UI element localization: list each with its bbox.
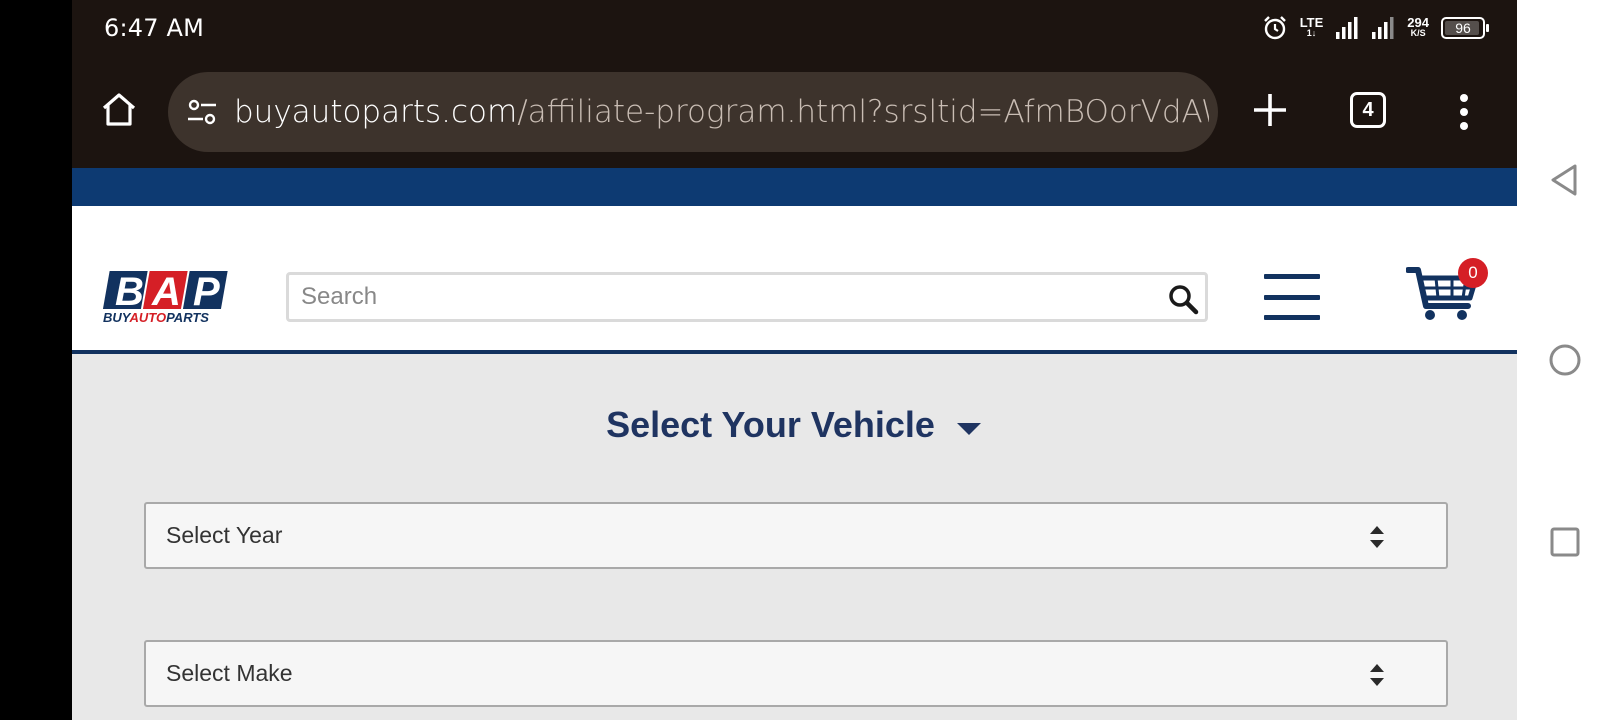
battery-level: 96 [1455, 20, 1471, 36]
signal-2-icon [1372, 17, 1394, 39]
vehicle-selector-header[interactable]: Select Your Vehicle [72, 404, 1517, 446]
sort-arrows-icon [1370, 664, 1384, 686]
sort-arrows-icon [1370, 526, 1384, 548]
tab-count: 4 [1362, 98, 1374, 121]
battery-indicator: 96 [1441, 17, 1489, 39]
network-type: LTE 1↓ [1300, 16, 1324, 39]
phone-viewport: 6:47 AM LTE 1↓ 294 K/S 96 buyautoparts.c… [72, 0, 1517, 720]
status-bar: 6:47 AM LTE 1↓ 294 K/S 96 [72, 0, 1517, 56]
network-speed: 294 K/S [1407, 16, 1429, 39]
url-host: buyautoparts.com [234, 94, 518, 130]
site-search[interactable] [286, 272, 1208, 322]
cart-count-badge: 0 [1458, 258, 1488, 288]
address-bar[interactable]: buyautoparts.com/affiliate-program.html?… [168, 72, 1218, 152]
menu-icon-line [1264, 294, 1320, 300]
search-icon[interactable] [1167, 283, 1199, 315]
menu-icon-line [1264, 315, 1320, 320]
logo-letter-b: B [115, 270, 144, 314]
back-icon[interactable] [1547, 162, 1583, 198]
more-options-icon[interactable] [1452, 92, 1476, 132]
logo-sub-buy: BUYAUTOPARTS [103, 310, 209, 325]
menu-icon-line [1264, 274, 1320, 279]
signal-icon [1336, 17, 1358, 39]
url-text[interactable]: buyautoparts.com/affiliate-program.html?… [234, 94, 1209, 130]
site-header: B A P BUYAUTOPARTS Search 0 [72, 206, 1517, 354]
select-year-label: Select Year [166, 522, 283, 548]
select-make-label: Select Make [166, 660, 293, 686]
menu-icon[interactable] [1264, 274, 1320, 320]
alarm-icon [1263, 16, 1286, 40]
new-tab-icon[interactable] [1250, 90, 1290, 130]
status-icons: LTE 1↓ 294 K/S 96 [1262, 12, 1489, 44]
vehicle-selector: Select Your Vehicle Select Year Select M… [72, 358, 1517, 720]
search-input[interactable] [301, 283, 1141, 311]
home-icon[interactable] [100, 90, 138, 128]
tab-switcher-button[interactable]: 4 [1350, 92, 1386, 128]
select-year-dropdown[interactable]: Select Year [144, 502, 1448, 569]
site-settings-icon[interactable] [186, 96, 218, 128]
site-top-strip [72, 168, 1517, 206]
url-path: /affiliate-program.html?srsltid=AfmBOorV… [517, 94, 1209, 130]
logo-letter-a: A [151, 270, 181, 314]
home-circle-icon[interactable] [1547, 342, 1583, 378]
select-make-dropdown[interactable]: Select Make [144, 640, 1448, 707]
caret-down-icon[interactable] [955, 421, 983, 437]
browser-toolbar: buyautoparts.com/affiliate-program.html?… [72, 56, 1517, 168]
system-navigation-bar [1517, 0, 1612, 720]
status-time: 6:47 AM [104, 14, 205, 42]
bap-logo[interactable]: B A P BUYAUTOPARTS [102, 269, 232, 325]
logo-letter-p: P [193, 270, 220, 314]
cart-count: 0 [1468, 263, 1478, 282]
vehicle-selector-title: Select Your Vehicle [606, 404, 935, 445]
device-screen: 6:47 AM LTE 1↓ 294 K/S 96 buyautoparts.c… [0, 0, 1612, 720]
recents-icon[interactable] [1547, 524, 1583, 560]
